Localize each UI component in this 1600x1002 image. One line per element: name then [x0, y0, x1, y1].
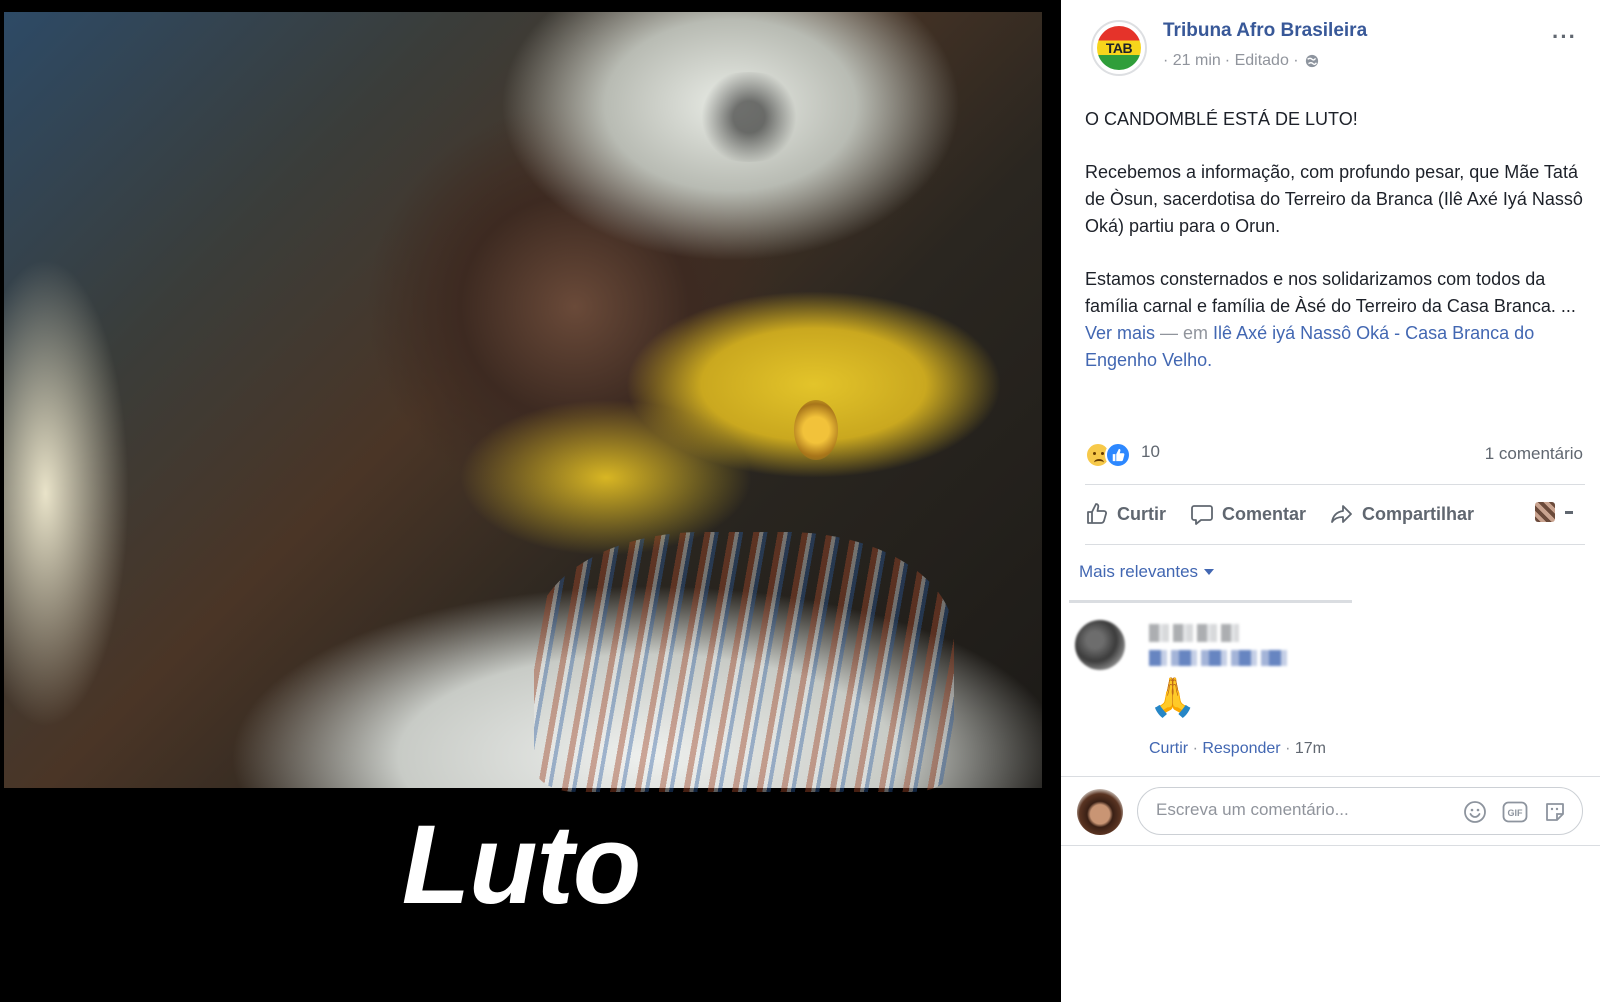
commenter-name-blurred[interactable] — [1149, 624, 1239, 642]
like-button[interactable]: Curtir — [1085, 502, 1166, 526]
comment-meta: Curtir · Responder · 17m — [1149, 740, 1326, 758]
commenter-avatar[interactable] — [1075, 620, 1125, 670]
comment-meta-dot: · — [1192, 740, 1198, 757]
comment-emoji: 🙏 — [1149, 677, 1197, 719]
comment-button-label: Comentar — [1222, 503, 1307, 524]
comment-time[interactable]: 17m — [1295, 740, 1326, 757]
share-button-label: Compartilhar — [1362, 503, 1475, 524]
page-logo-text: TAB — [1105, 40, 1133, 56]
page-name-link[interactable]: Tribuna Afro Brasileira — [1163, 20, 1367, 42]
commenter-tag-blurred[interactable] — [1149, 650, 1289, 666]
comment-input-placeholder: Escreva um comentário... — [1156, 800, 1349, 819]
post-meta: · 21 min · Editado · — [1163, 52, 1319, 70]
reaction-count[interactable]: 10 — [1141, 442, 1160, 462]
post-paragraph-2-text: Estamos consternados e nos solidarizamos… — [1085, 269, 1576, 316]
post-body: O CANDOMBLÉ ESTÁ DE LUTO! Recebemos a in… — [1085, 106, 1585, 400]
share-arrow-icon — [1331, 505, 1352, 523]
share-as-avatar[interactable] — [1535, 502, 1555, 522]
divider — [1085, 544, 1585, 545]
svg-text:GIF: GIF — [1508, 808, 1524, 818]
reactions-bar: 10 1 comentário — [1085, 440, 1585, 472]
more-options-icon[interactable]: ··· — [1552, 24, 1577, 50]
like-button-label: Curtir — [1117, 503, 1166, 524]
location-separator: — em — [1155, 323, 1214, 343]
share-as-caret-icon[interactable] — [1565, 511, 1573, 514]
comment-count[interactable]: 1 comentário — [1485, 444, 1583, 464]
sort-underline — [1069, 600, 1352, 603]
post-edited[interactable]: · Editado · — [1225, 52, 1299, 70]
post-paragraph-2: Estamos consternados e nos solidarizamos… — [1085, 266, 1585, 374]
comment-input[interactable]: Escreva um comentário... GIF — [1137, 787, 1583, 835]
image-caption: Luto — [401, 802, 642, 927]
comment-sort-dropdown[interactable]: Mais relevantes — [1079, 562, 1215, 582]
post-header: TAB Tribuna Afro Brasileira · 21 min · E… — [1085, 16, 1585, 86]
comment-like-link[interactable]: Curtir — [1149, 740, 1188, 757]
caret-down-icon — [1204, 569, 1215, 575]
current-user-avatar[interactable] — [1077, 789, 1123, 835]
thumbs-up-icon — [1112, 448, 1125, 462]
post-actions: Curtir Comentar Compartilhar — [1085, 492, 1585, 536]
post-time[interactable]: · 21 min — [1163, 52, 1221, 70]
like-reaction-icon[interactable] — [1105, 442, 1131, 468]
comment-sort-label: Mais relevantes — [1079, 562, 1199, 581]
page-avatar[interactable]: TAB — [1091, 20, 1147, 76]
sticker-icon[interactable] — [1542, 799, 1568, 825]
comment-composer: Escreva um comentário... GIF — [1061, 776, 1600, 846]
thumbs-up-outline-icon — [1087, 503, 1107, 524]
emoji-icon[interactable] — [1462, 799, 1488, 825]
see-more-link[interactable]: Ver mais — [1085, 323, 1155, 343]
globe-icon[interactable] — [1305, 54, 1319, 68]
gif-icon[interactable]: GIF — [1502, 799, 1528, 825]
comment-button[interactable]: Comentar — [1190, 502, 1306, 526]
post-image[interactable]: Luto — [0, 0, 1061, 1002]
comment-reply-link[interactable]: Responder — [1202, 740, 1280, 757]
comment-bubble-icon — [1191, 505, 1213, 525]
divider — [1085, 484, 1585, 485]
photo-turban-detail — [684, 72, 814, 162]
photo-beads-detail — [534, 532, 954, 792]
share-button[interactable]: Compartilhar — [1330, 502, 1474, 526]
composer-icons: GIF — [1462, 799, 1568, 825]
photo-earring-detail — [794, 400, 838, 460]
photo-portrait[interactable] — [4, 12, 1042, 792]
comment-meta-dot: · — [1285, 740, 1291, 757]
post-title-line: O CANDOMBLÉ ESTÁ DE LUTO! — [1085, 109, 1358, 129]
post-paragraph-1: Recebemos a informação, com profundo pes… — [1085, 162, 1583, 236]
post-sidebar: TAB Tribuna Afro Brasileira · 21 min · E… — [1061, 0, 1600, 1002]
comment-item: 🙏 Curtir · Responder · 17m — [1073, 620, 1583, 770]
page-logo: TAB — [1097, 26, 1141, 70]
